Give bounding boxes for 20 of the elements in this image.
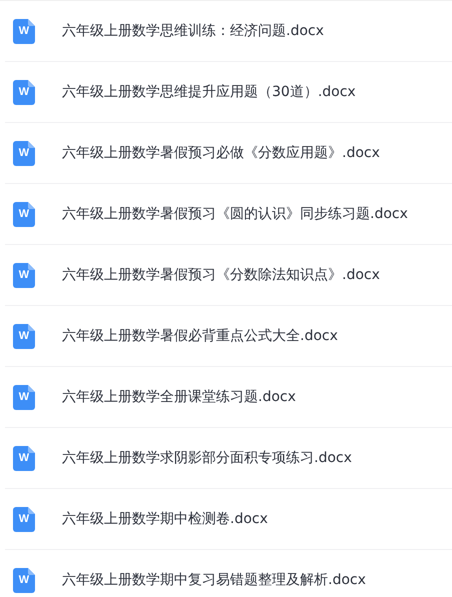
file-name[interactable]: 六年级上册数学思维训练：经济问题.docx — [62, 22, 324, 40]
word-document-icon: W — [13, 18, 35, 44]
word-document-icon: W — [13, 384, 35, 410]
word-document-icon: W — [13, 446, 35, 470]
file-name[interactable]: 六年级上册数学思维提升应用题（30道）.docx — [62, 83, 356, 101]
file-name[interactable]: 六年级上册数学暑假预习《分数除法知识点》.docx — [62, 266, 380, 284]
file-name[interactable]: 六年级上册数学全册课堂练习题.docx — [62, 388, 296, 406]
word-document-icon: W — [13, 324, 35, 348]
file-name[interactable]: 六年级上册数学期中检测卷.docx — [62, 510, 268, 528]
file-name[interactable]: 六年级上册数学暑假预习《圆的认识》同步练习题.docx — [62, 205, 408, 223]
word-document-icon: W — [13, 80, 35, 104]
word-document-icon: W — [13, 202, 35, 226]
word-document-icon: W — [13, 568, 35, 592]
word-document-icon: W — [13, 506, 35, 532]
file-name[interactable]: 六年级上册数学暑假预习必做《分数应用题》.docx — [62, 144, 380, 162]
file-name[interactable]: 六年级上册数学求阴影部分面积专项练习.docx — [62, 449, 352, 467]
file-name[interactable]: 六年级上册数学期中复习易错题整理及解析.docx — [62, 571, 366, 589]
word-document-icon: W — [13, 262, 35, 288]
word-document-icon: W — [13, 140, 35, 166]
file-name[interactable]: 六年级上册数学暑假必背重点公式大全.docx — [62, 327, 338, 345]
